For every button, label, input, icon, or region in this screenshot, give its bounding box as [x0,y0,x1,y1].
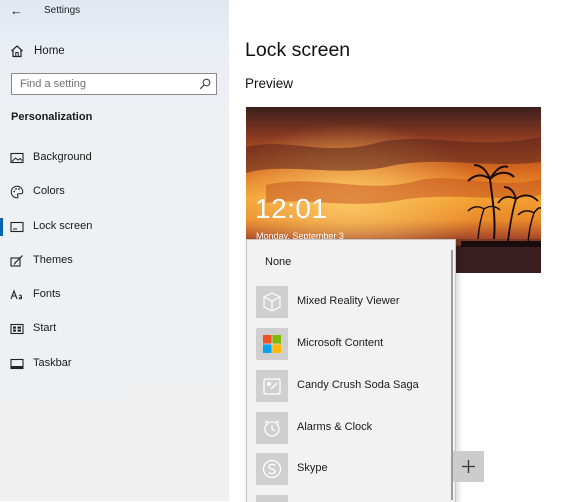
preview-heading: Preview [245,76,294,91]
app-label: Candy Crush Soda Saga [297,379,419,391]
sidebar-item-label: Colors [33,185,65,198]
sidebar-item-background[interactable]: Background [0,141,229,175]
sidebar-item-fonts[interactable]: Fonts [0,278,229,312]
app-tile [256,453,288,485]
app-tile [256,370,288,402]
back-arrow-icon[interactable]: ← [10,3,28,19]
sidebar-item-label: Fonts [33,288,61,301]
flyout-item-microsoft-content[interactable]: Microsoft Content [256,328,446,360]
sidebar-item-label: Background [33,151,92,163]
home-label: Home [34,45,65,57]
app-picker-flyout: None Mixed Reality Viewer Microsoft Cont… [246,239,456,502]
fonts-icon [10,289,22,300]
alarm-clock-icon [264,420,280,437]
sidebar-item-colors[interactable]: Colors [0,175,229,209]
app-label: Mixed Reality Viewer [297,295,400,307]
title-bar: ← Settings [0,0,229,24]
candy-crush-icon [263,378,281,395]
lock-screen-icon [10,221,24,232]
sidebar-item-taskbar[interactable]: Taskbar [0,347,229,381]
microsoft-logo-icon [263,335,281,353]
taskbar-icon [10,358,24,369]
flyout-item-none[interactable]: None [265,256,291,268]
picture-icon [10,152,24,164]
sidebar-item-start[interactable]: Start [0,312,229,346]
flyout-item-mixed-reality-viewer[interactable]: Mixed Reality Viewer [256,286,446,318]
flyout-item-skype[interactable]: Skype [256,453,446,485]
flyout-item-alarms-clock[interactable]: Alarms & Clock [256,412,446,444]
section-title: Personalization [11,111,93,123]
app-tile [256,286,288,318]
brush-icon [10,254,23,267]
sidebar-item-label: Themes [33,253,73,266]
add-app-button[interactable] [453,451,484,482]
search-input[interactable]: Find a setting [11,73,217,95]
app-label: Alarms & Clock [297,421,373,433]
app-tile [256,412,288,444]
cube-icon [263,292,281,312]
plus-icon [462,460,475,473]
palette-icon [10,185,24,199]
preview-clock: 12:01 [255,193,328,224]
app-title: Settings [44,5,81,16]
home-icon [11,45,23,58]
page-title: Lock screen [245,39,351,61]
sidebar-nav: Background Colors Lock screen Themes Fon… [0,141,229,381]
app-tile [256,328,288,360]
flyout-item-candy-crush[interactable]: Candy Crush Soda Saga [256,370,446,402]
skype-icon [262,459,282,479]
search-icon[interactable] [199,78,211,90]
app-label: Microsoft Content [297,337,384,349]
sidebar-item-label: Taskbar [33,356,72,369]
start-icon [10,324,24,335]
sidebar-item-label: Start [33,322,57,335]
sidebar-item-lock-screen[interactable]: Lock screen [0,210,229,244]
search-placeholder: Find a setting [20,78,87,90]
sidebar: ← Settings Home Find a setting Personali… [0,0,229,501]
sidebar-item-themes[interactable]: Themes [0,244,229,278]
home-nav-item[interactable]: Home [10,42,65,60]
sidebar-item-label: Lock screen [33,219,93,232]
app-label: Skype [297,462,328,474]
